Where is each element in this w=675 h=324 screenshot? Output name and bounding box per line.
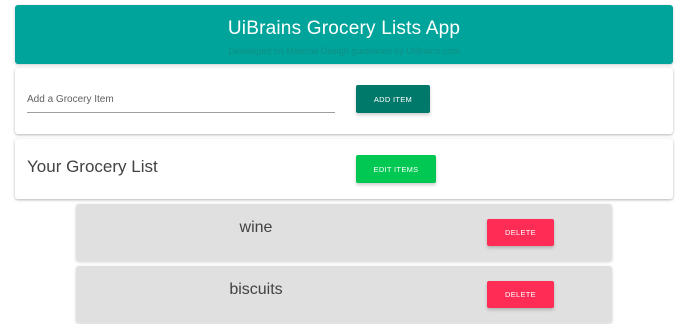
grocery-list-item: biscuits DELETE [76, 266, 612, 323]
grocery-list-item: wine DELETE [76, 204, 612, 261]
add-item-button[interactable]: ADD ITEM [356, 85, 430, 113]
app-root: UiBrains Grocery Lists App Developed on … [0, 0, 675, 324]
edit-items-button[interactable]: EDIT ITEMS [356, 155, 436, 183]
delete-item-button[interactable]: DELETE [487, 219, 554, 246]
app-subtitle: Developed on Material Design guidelines … [228, 46, 460, 56]
app-header: UiBrains Grocery Lists App Developed on … [15, 5, 673, 64]
grocery-item-input[interactable] [27, 86, 335, 113]
list-title: Your Grocery List [27, 157, 158, 176]
app-title: UiBrains Grocery Lists App [227, 18, 461, 39]
delete-item-button[interactable]: DELETE [487, 281, 554, 308]
grocery-list-header-card: Your Grocery List EDIT ITEMS [15, 139, 673, 199]
add-item-card: ADD ITEM [15, 68, 673, 134]
grocery-item-name: biscuits [229, 281, 283, 298]
grocery-item-name: wine [239, 219, 273, 236]
